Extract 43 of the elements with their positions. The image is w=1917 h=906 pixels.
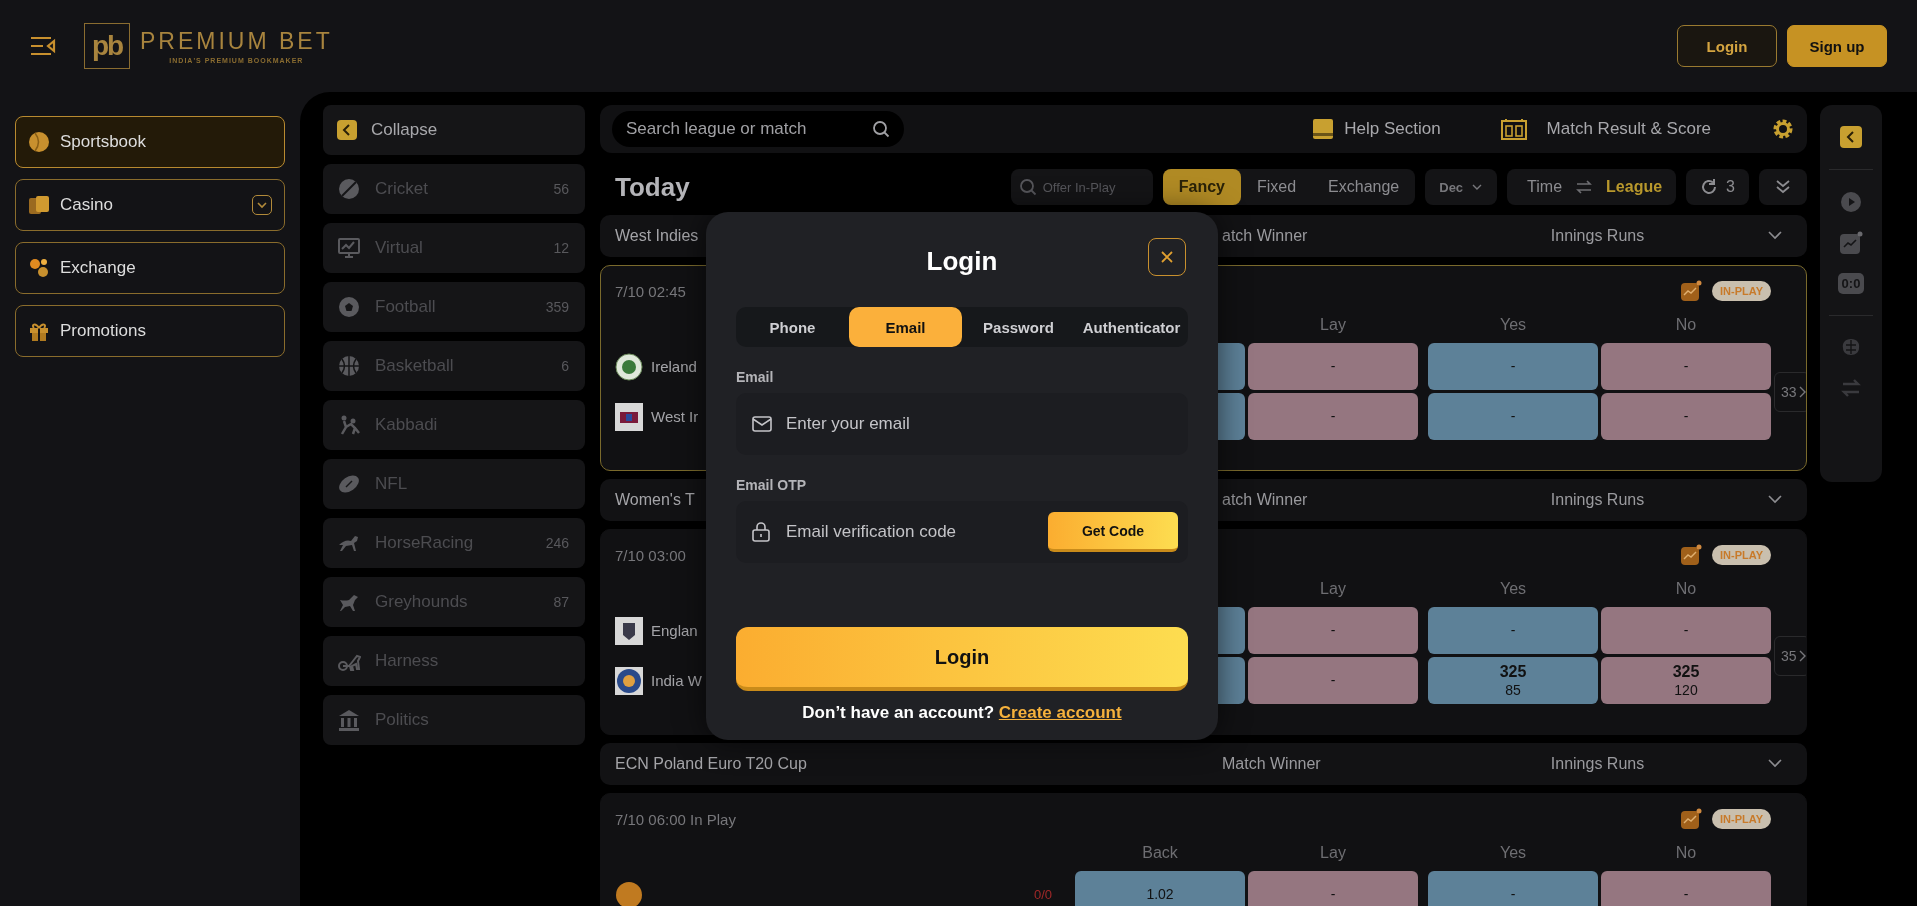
column-header: Back bbox=[1141, 843, 1179, 862]
league-title: ECN Poland Euro T20 Cup bbox=[615, 755, 808, 773]
team-name: Ireland bbox=[651, 358, 697, 375]
sport-count: 56 bbox=[553, 181, 569, 197]
logo-mark: pb bbox=[84, 23, 130, 69]
status-badge: IN-PLAY bbox=[1712, 281, 1771, 301]
team-score: 0/0 bbox=[1033, 887, 1052, 902]
market-heading: atch Winner bbox=[1222, 491, 1309, 509]
column-header: No bbox=[1674, 315, 1698, 334]
column-header: Yes bbox=[1498, 315, 1528, 334]
column-header: Lay bbox=[1319, 315, 1347, 334]
team-name: West Ir bbox=[651, 408, 699, 425]
team-name: India W bbox=[651, 672, 702, 689]
logo-name: PREMIUM BET bbox=[140, 28, 333, 55]
dialog-title: Login bbox=[926, 246, 998, 277]
market-heading: Innings Runs bbox=[1549, 227, 1646, 245]
column-header: Lay bbox=[1319, 579, 1347, 598]
match-time: 7/10 06:00 In Play bbox=[615, 810, 737, 828]
match-time: 7/10 03:00 bbox=[615, 546, 687, 564]
match-time: 7/10 02:45 bbox=[615, 282, 687, 300]
sport-count: 12 bbox=[553, 240, 569, 256]
sport-count: 87 bbox=[553, 594, 569, 610]
field-label: Email bbox=[736, 369, 774, 385]
market-heading: atch Winner bbox=[1222, 227, 1309, 245]
team-name: Englan bbox=[651, 622, 698, 639]
section-title: Today bbox=[615, 171, 691, 203]
sport-count: 359 bbox=[545, 299, 569, 315]
column-header: No bbox=[1674, 579, 1698, 598]
column-header: Yes bbox=[1498, 843, 1528, 862]
market-heading: Innings Runs bbox=[1549, 755, 1646, 773]
field-label: Email OTP bbox=[736, 477, 807, 493]
status-badge: IN-PLAY bbox=[1712, 809, 1771, 829]
signup-prompt: Don’t have an account? Create account bbox=[802, 703, 1122, 723]
sport-count: 246 bbox=[545, 535, 569, 551]
market-heading: Innings Runs bbox=[1549, 491, 1646, 509]
column-header: No bbox=[1674, 843, 1698, 862]
league-title: West Indies bbox=[615, 227, 700, 245]
column-header: Lay bbox=[1319, 843, 1347, 862]
sport-count: 6 bbox=[561, 358, 569, 374]
league-title: Women's T bbox=[615, 491, 696, 509]
column-header: Yes bbox=[1498, 579, 1528, 598]
market-heading: Match Winner bbox=[1222, 755, 1322, 773]
status-badge: IN-PLAY bbox=[1712, 545, 1771, 565]
